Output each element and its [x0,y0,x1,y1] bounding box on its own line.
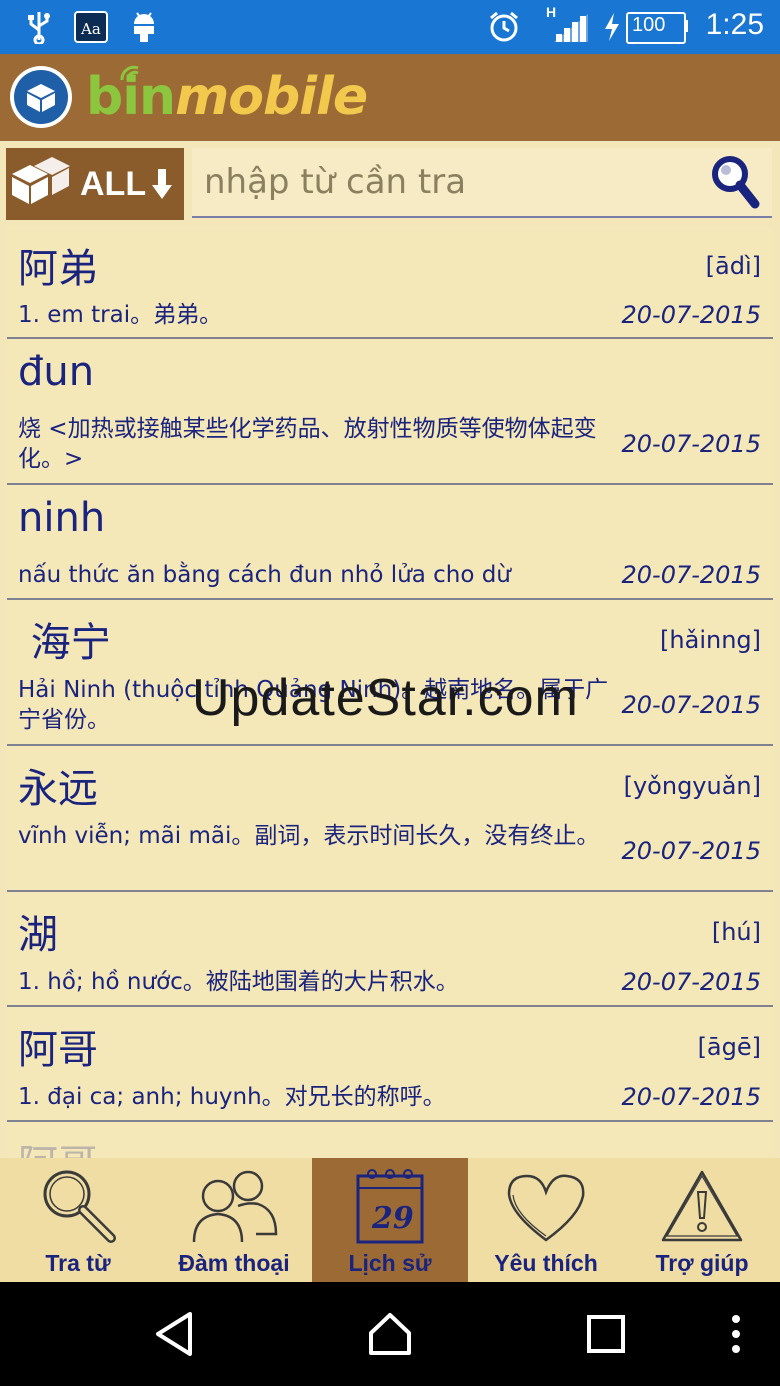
usb-icon [24,10,54,44]
wifi-signal-icon [120,65,139,81]
history-list: 阿弟 [ādì] 1. em trai。弟弟。 20-07-2015 đun 烧… [0,226,780,1158]
entry-definition: 1. hồ; hồ nước。被陆地围着的大片积水。 [18,969,459,995]
entry-definition: 烧 <加热或接触某些化学药品、放射性物质等使物体起变化。> [18,416,597,472]
tab-history[interactable]: 29 Lịch sử [312,1158,468,1282]
calendar-day: 29 [371,1201,414,1236]
entry-headword: đun [18,349,95,395]
tab-label: Đàm thoại [178,1250,290,1276]
search-field [192,148,772,218]
alarm-icon [486,10,522,44]
list-item[interactable]: ninh nấu thức ăn bằng cách đun nhỏ lửa c… [7,485,773,600]
entry-headword: 阿哥 [18,1132,98,1158]
arrow-down-icon [152,169,173,199]
tab-favorites[interactable]: Yêu thích [468,1158,624,1282]
search-input[interactable] [202,154,706,210]
dictionary-app-icon: Aa [72,10,110,44]
recents-icon[interactable] [566,1302,646,1366]
brand-mobile: mobile [175,67,368,127]
list-item[interactable]: đun 烧 <加热或接触某些化学药品、放射性物质等使物体起变化。> 20-07-… [7,339,773,485]
more-options-icon[interactable] [696,1302,776,1366]
entry-date: 20-07-2015 [621,1083,761,1111]
entry-pinyin: [hǎinng] [660,626,761,654]
network-type-label: H [546,4,557,20]
entry-pinyin: [yǒngyuǎn] [623,772,761,800]
tab-label: Tra từ [45,1250,111,1276]
app-logo[interactable] [10,66,72,128]
tab-label: Lịch sử [348,1250,432,1276]
boxes-icon [12,157,70,204]
entry-definition: Hải Ninh (thuộc tỉnh Quảng Ninh)。越南地名。属于… [18,677,609,733]
tab-label: Trợ giúp [655,1250,749,1276]
entry-definition: 1. em trai。弟弟。 [18,302,223,328]
magnifier-icon [0,1162,156,1250]
entry-pinyin: [hú] [711,918,761,946]
entry-date: 20-07-2015 [621,561,761,589]
bottom-tab-bar: Tra từ Đàm thoại 29 Lịch sử Yêu thích Tr… [0,1158,780,1282]
entry-date: 20-07-2015 [621,837,761,865]
entry-headword: ninh [18,495,106,541]
entry-date: 20-07-2015 [621,968,761,996]
entry-pinyin: [āgē] [697,1033,761,1061]
tab-lookup[interactable]: Tra từ [0,1158,156,1282]
warning-icon [624,1162,780,1250]
entry-definition: 1. đại ca; anh; huynh。对兄长的称呼。 [18,1084,446,1110]
tab-label: Yêu thích [494,1250,598,1276]
entry-date: 20-07-2015 [621,691,761,719]
entry-date: 20-07-2015 [621,430,761,458]
tab-conversation[interactable]: Đàm thoại [156,1158,312,1282]
boxes-icon [27,84,55,112]
app-header: binmobile [0,54,780,141]
people-icon [156,1162,312,1250]
entry-headword: 阿弟 [18,246,98,292]
heart-icon [468,1162,624,1250]
home-icon[interactable] [350,1302,430,1366]
entry-headword: 阿哥 [18,1027,98,1073]
battery-level: 100 [632,14,666,36]
list-item[interactable]: 海宁 [hǎinng] Hải Ninh (thuộc tỉnh Quảng N… [7,600,773,746]
calendar-icon: 29 [312,1162,468,1250]
list-item[interactable]: 阿弟 [ādì] 1. em trai。弟弟。 20-07-2015 [7,226,773,339]
tab-help[interactable]: Trợ giúp [624,1158,780,1282]
list-item[interactable]: 永远 [yǒngyuǎn] vĩnh viễn; mãi mãi。副词，表示时间… [7,746,773,892]
search-icon[interactable] [708,152,762,216]
entry-headword: 海宁 [18,620,111,666]
search-bar: ALL [0,141,780,226]
entry-definition: vĩnh viễn; mãi mãi。副词，表示时间长久，没有终止。 [18,823,600,849]
back-icon[interactable] [134,1302,214,1366]
entry-headword: 永远 [18,766,98,812]
battery-charging-icon: 100 [602,10,688,44]
system-nav-bar [0,1282,780,1386]
filter-label: ALL [80,164,147,203]
signal-icon: H [544,4,590,44]
entry-pinyin: [ādì] [705,252,761,280]
entry-headword: 湖 [18,912,58,958]
svg-text:Aa: Aa [80,20,101,38]
list-item[interactable]: 阿哥 [āgē] 1. đại ca; anh; huynh。对兄长的称呼。 2… [7,1007,773,1122]
dictionary-filter-button[interactable]: ALL [6,148,184,220]
status-time: 1:25 [705,8,764,41]
entry-date: 20-07-2015 [621,301,761,329]
list-item[interactable]: 阿哥 [7,1122,773,1158]
android-debug-icon [128,10,160,44]
status-bar: Aa H 100 1:25 [0,0,780,54]
list-item[interactable]: 湖 [hú] 1. hồ; hồ nước。被陆地围着的大片积水。 20-07-… [7,892,773,1007]
entry-definition: nấu thức ăn bằng cách đun nhỏ lửa cho dừ [18,562,511,588]
